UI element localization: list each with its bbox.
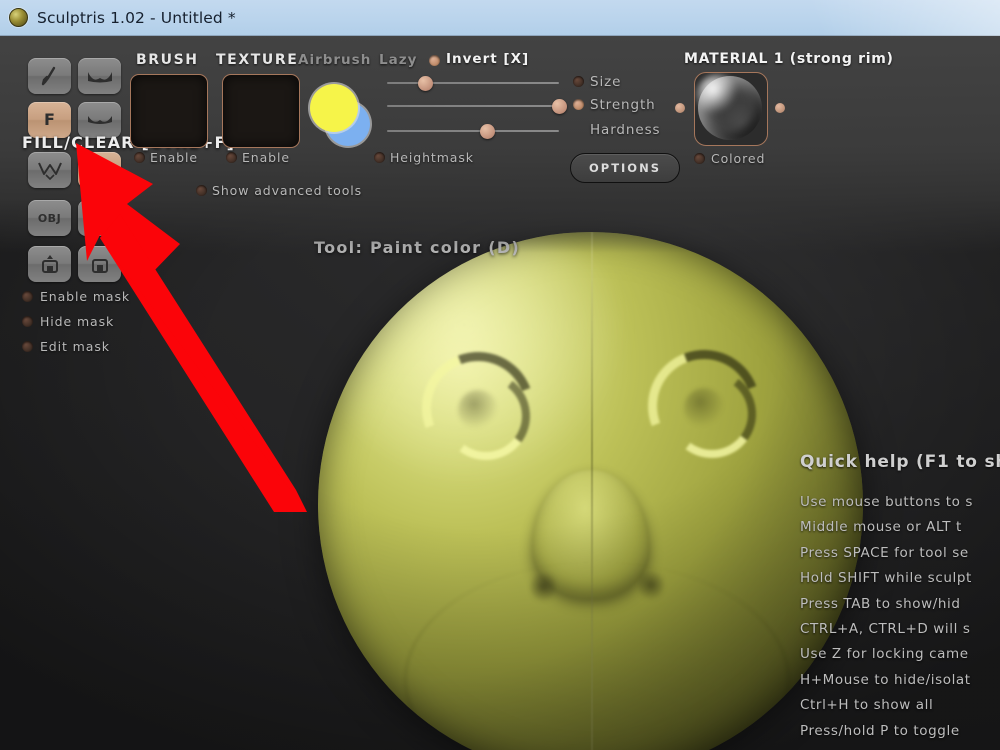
colored-checkbox[interactable]: [694, 153, 705, 164]
load-button[interactable]: [78, 246, 121, 282]
wireframe-tool-button[interactable]: [28, 152, 71, 188]
material-preview[interactable]: [694, 72, 768, 146]
hide-mask-label: Hide mask: [40, 314, 115, 329]
strength-label: Strength: [590, 97, 656, 113]
list-item: Press SPACE for tool se: [800, 544, 969, 561]
heightmask-checkbox[interactable]: [374, 152, 385, 163]
save-upload-icon: [39, 254, 61, 274]
brush-enable-checkbox[interactable]: [134, 152, 145, 163]
crease-icon: [87, 68, 113, 84]
list-item: H+Mouse to hide/isolat: [800, 671, 971, 688]
obj-export-button[interactable]: OBJ: [78, 200, 121, 236]
hardness-label: Hardness: [590, 122, 661, 138]
show-advanced-checkbox[interactable]: [196, 185, 207, 196]
list-item: Middle mouse or ALT t: [800, 519, 962, 536]
invert-checkbox[interactable]: [429, 55, 440, 66]
load-icon: [89, 254, 111, 274]
list-item: Use Z for locking came: [800, 646, 969, 663]
quick-help-title: Quick help (F1 to sh: [800, 452, 1000, 472]
obj-import-icon: OBJ: [37, 211, 62, 225]
hardness-slider-knob[interactable]: [479, 124, 495, 139]
enable-mask-checkbox[interactable]: [22, 291, 33, 302]
edit-mask-checkbox[interactable]: [22, 341, 33, 352]
strength-slider-track: [387, 105, 559, 107]
list-item: Press/hold P to toggle: [800, 722, 960, 739]
window-title: Sculptris 1.02 - Untitled *: [37, 8, 236, 27]
edit-mask-label: Edit mask: [40, 339, 110, 354]
strength-slider[interactable]: [387, 99, 567, 114]
lazy-label[interactable]: Lazy: [379, 52, 417, 68]
hardness-slider[interactable]: [387, 124, 559, 139]
invert-label: Invert [X]: [446, 51, 530, 67]
colored-label: Colored: [711, 151, 766, 166]
smooth-icon: [87, 113, 113, 127]
enable-mask-label: Enable mask: [40, 289, 131, 304]
list-item: Press TAB to show/hid: [800, 595, 961, 612]
list-item: Use mouse buttons to s: [800, 494, 974, 510]
sculptris-window: Tool: Paint color (D) F OBJ OBJ FILL/CLE…: [0, 0, 1000, 750]
strength-slider-knob[interactable]: [552, 99, 567, 114]
brush-tool-button[interactable]: [28, 58, 71, 94]
obj-import-button[interactable]: OBJ: [28, 200, 71, 236]
size-slider[interactable]: [387, 76, 559, 91]
texture-enable-label: Enable: [242, 150, 290, 165]
size-label: Size: [590, 74, 622, 90]
foreground-color-swatch[interactable]: [310, 84, 358, 132]
title-bar-sheen: [740, 0, 1000, 36]
size-checkbox[interactable]: [573, 76, 584, 87]
size-slider-knob[interactable]: [417, 76, 433, 91]
quick-help: Quick help (F1 to sh Use mouse buttons t…: [800, 452, 1000, 748]
options-button[interactable]: OPTIONS: [570, 153, 680, 183]
material-sphere-icon: [698, 76, 762, 140]
hardness-slider-track: [387, 130, 559, 132]
show-advanced-label: Show advanced tools: [212, 183, 363, 198]
list-item: CTRL+A, CTRL+D will s: [800, 620, 971, 637]
color-picker[interactable]: [306, 80, 378, 152]
paint-tool-button[interactable]: [78, 152, 121, 188]
texture-swatch[interactable]: [222, 74, 300, 148]
brush-label: BRUSH: [136, 52, 199, 68]
material-next-arrow[interactable]: [775, 103, 785, 113]
quick-help-list: Use mouse buttons to s Middle mouse or A…: [800, 494, 1000, 739]
model-rim-shading: [318, 232, 863, 750]
list-item: Ctrl+H to show all: [800, 697, 934, 714]
texture-enable-checkbox[interactable]: [226, 152, 237, 163]
obj-export-icon: OBJ: [87, 211, 112, 225]
size-slider-track: [387, 82, 559, 84]
list-item: Hold SHIFT while sculpt: [800, 570, 972, 587]
tool-readout: Tool: Paint color (D): [314, 238, 521, 257]
window-title-bar[interactable]: Sculptris 1.02 - Untitled *: [0, 0, 1000, 36]
save-button[interactable]: [28, 246, 71, 282]
texture-label: TEXTURE: [216, 52, 299, 68]
letter-f-icon: F: [44, 110, 55, 129]
brush-icon: [39, 66, 61, 86]
options-button-label: OPTIONS: [588, 161, 661, 175]
airbrush-label[interactable]: Airbrush: [298, 52, 371, 68]
paint-icon: [89, 160, 111, 180]
heightmask-label: Heightmask: [390, 150, 474, 165]
sculpted-model[interactable]: [318, 232, 863, 750]
brush-swatch[interactable]: [130, 74, 208, 148]
brush-enable-label: Enable: [150, 150, 198, 165]
hide-mask-checkbox[interactable]: [22, 316, 33, 327]
sculptris-app-icon: [9, 8, 28, 27]
strength-checkbox[interactable]: [573, 99, 584, 110]
material-title: MATERIAL 1 (strong rim): [684, 51, 894, 67]
w-wireframe-icon: [37, 160, 63, 180]
crease-tool-button[interactable]: [78, 58, 121, 94]
material-prev-arrow[interactable]: [675, 103, 685, 113]
